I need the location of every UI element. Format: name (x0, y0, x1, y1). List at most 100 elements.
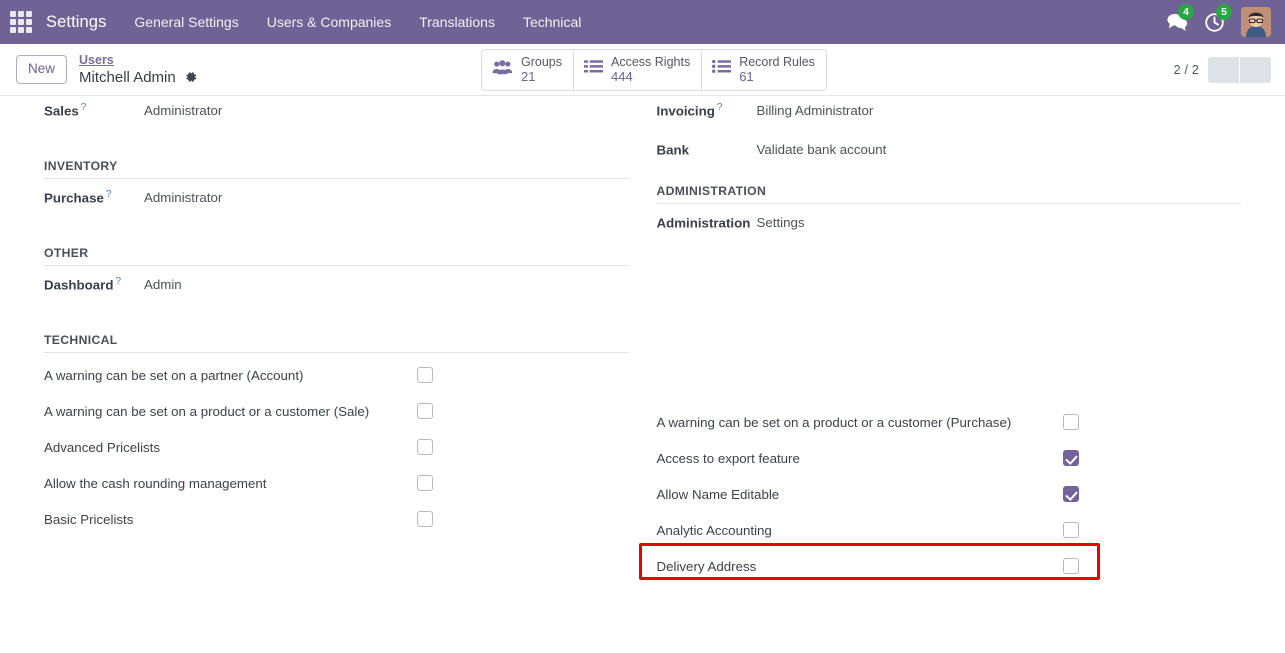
field-label-bank: Bank (657, 141, 753, 157)
stat-value-groups: 21 (521, 69, 536, 85)
checkbox-label: Basic Pricelists (44, 511, 134, 527)
help-tooltip-icon[interactable]: ? (717, 102, 723, 113)
label-text: Dashboard (44, 277, 114, 293)
pager-previous-button[interactable] (1208, 56, 1239, 83)
app-brand-settings[interactable]: Settings (40, 13, 120, 32)
field-label-purchase: Purchase? (44, 189, 140, 205)
users-group-icon (492, 59, 513, 80)
checkbox-label: A warning can be set on a product or a c… (656, 414, 1012, 430)
help-tooltip-icon[interactable]: ? (81, 102, 87, 113)
field-label-administration: Administration (657, 214, 753, 230)
field-sales: Sales? Administrator (44, 96, 629, 135)
field-label-sales: Sales? (44, 102, 140, 118)
gear-icon[interactable] (184, 70, 198, 84)
checkbox-row-allow-name-editable[interactable]: Allow Name Editable (657, 476, 1242, 512)
record-name: Mitchell Admin (79, 68, 176, 86)
help-tooltip-icon[interactable]: ? (115, 276, 121, 287)
label-text: Bank (656, 142, 690, 158)
checkbox-row[interactable]: Advanced Pricelists (44, 429, 629, 465)
breadcrumb: Users Mitchell Admin (79, 53, 198, 86)
help-tooltip-icon[interactable]: ? (106, 189, 112, 200)
section-title-administration: ADMINISTRATION (656, 174, 1241, 204)
section-title-inventory: INVENTORY (44, 149, 629, 179)
stat-label-access-rights: Access Rights (611, 54, 691, 69)
checkbox-cash-rounding[interactable] (417, 475, 433, 491)
nav-technical[interactable]: Technical (509, 0, 595, 44)
checkbox-label: A warning can be set on a product or a c… (44, 403, 370, 419)
list-dot-icon (712, 59, 732, 80)
field-label-invoicing: Invoicing? (657, 102, 753, 118)
apps-grid-icon[interactable] (8, 9, 34, 35)
field-administration: Administration Settings (657, 208, 1242, 247)
field-bank: Bank Validate bank account (657, 135, 1242, 174)
checkbox-row[interactable]: Access to export feature (657, 440, 1242, 476)
messages-icon[interactable]: 4 (1166, 4, 1194, 32)
checkbox-row[interactable]: Basic Pricelists (44, 501, 629, 537)
checkbox-label: Access to export feature (656, 450, 800, 466)
checkbox-warning-partner-account[interactable] (417, 367, 433, 383)
field-dashboard: Dashboard? Admin (44, 270, 629, 309)
checkbox-row[interactable]: A warning can be set on a product or a c… (657, 404, 1242, 440)
pager: 2 / 2 (1174, 56, 1271, 83)
form-left-column: Sales? Administrator INVENTORY Purchase?… (44, 96, 629, 584)
checkbox-advanced-pricelists[interactable] (417, 439, 433, 455)
field-value-invoicing[interactable]: Billing Administrator (753, 103, 874, 118)
new-button[interactable]: New (16, 55, 68, 84)
checkbox-label: Delivery Address (656, 558, 757, 574)
checkbox-delivery-address[interactable] (1062, 558, 1079, 574)
breadcrumb-current-record: Mitchell Admin (79, 69, 198, 86)
checkbox-row[interactable]: A warning can be set on a product or a c… (44, 393, 629, 429)
clock-activity-icon[interactable]: 5 (1204, 3, 1232, 33)
stat-buttons: Groups 21 Access Rights 444 Record Rules… (481, 48, 827, 91)
label-text: Sales (44, 103, 79, 119)
checkbox-row[interactable]: Delivery Address (657, 548, 1242, 584)
stat-button-groups[interactable]: Groups 21 (482, 49, 574, 90)
label-text: Administration (656, 215, 751, 231)
checkbox-row[interactable]: Allow the cash rounding management (44, 465, 629, 501)
checkbox-row[interactable]: Analytic Accounting (657, 512, 1242, 548)
nav-general-settings[interactable]: General Settings (120, 0, 252, 44)
stat-value-access-rights: 444 (611, 69, 633, 85)
checkbox-access-export-feature[interactable] (1062, 450, 1079, 466)
form-sheet-scroll: Sales? Administrator INVENTORY Purchase?… (0, 96, 1285, 653)
stat-label-record-rules: Record Rules (739, 54, 815, 69)
field-label-dashboard: Dashboard? (44, 276, 140, 292)
checkbox-basic-pricelists[interactable] (417, 511, 433, 527)
label-text: Invoicing (656, 103, 715, 119)
form-top-columns: Sales? Administrator INVENTORY Purchase?… (44, 96, 1241, 584)
field-value-sales[interactable]: Administrator (140, 103, 222, 118)
field-value-purchase[interactable]: Administrator (140, 190, 222, 205)
checkbox-label: Analytic Accounting (656, 522, 772, 538)
checkbox-label: Allow the cash rounding management (44, 475, 267, 491)
messages-badge: 4 (1178, 4, 1194, 20)
section-title-technical-left: TECHNICAL (44, 323, 629, 353)
list-icon (584, 59, 603, 80)
stat-button-record-rules[interactable]: Record Rules 61 (702, 49, 826, 89)
field-value-dashboard[interactable]: Admin (140, 277, 182, 292)
checkbox-row[interactable]: A warning can be set on a partner (Accou… (44, 357, 629, 393)
nav-translations[interactable]: Translations (405, 0, 509, 44)
checkbox-label: Advanced Pricelists (44, 439, 161, 455)
nav-users-companies[interactable]: Users & Companies (253, 0, 406, 44)
avatar[interactable] (1241, 7, 1271, 37)
field-value-bank[interactable]: Validate bank account (753, 142, 887, 157)
field-purchase: Purchase? Administrator (44, 183, 629, 222)
form-right-column: Invoicing? Billing Administrator Bank Va… (656, 96, 1242, 584)
section-title-other: OTHER (44, 236, 629, 266)
stat-button-access-rights[interactable]: Access Rights 444 (574, 49, 703, 90)
navbar-systray: 4 5 (1166, 3, 1275, 37)
checkbox-warning-product-customer-purchase[interactable] (1062, 414, 1079, 430)
top-navbar: Settings General Settings Users & Compan… (0, 0, 1285, 44)
breadcrumb-item-users[interactable]: Users (79, 53, 198, 67)
checkbox-allow-name-editable[interactable] (1062, 486, 1079, 502)
checkbox-warning-product-customer-sale[interactable] (417, 403, 433, 419)
activities-badge: 5 (1216, 3, 1232, 20)
checkbox-label: A warning can be set on a partner (Accou… (44, 367, 304, 383)
field-value-administration[interactable]: Settings (753, 215, 805, 230)
checkbox-analytic-accounting[interactable] (1062, 522, 1079, 538)
stat-label-groups: Groups (521, 54, 562, 69)
pager-next-button[interactable] (1240, 56, 1271, 83)
control-panel: New Users Mitchell Admin Groups 21 Acces… (0, 44, 1285, 96)
checkbox-label: Allow Name Editable (656, 486, 780, 502)
field-invoicing: Invoicing? Billing Administrator (657, 96, 1242, 135)
